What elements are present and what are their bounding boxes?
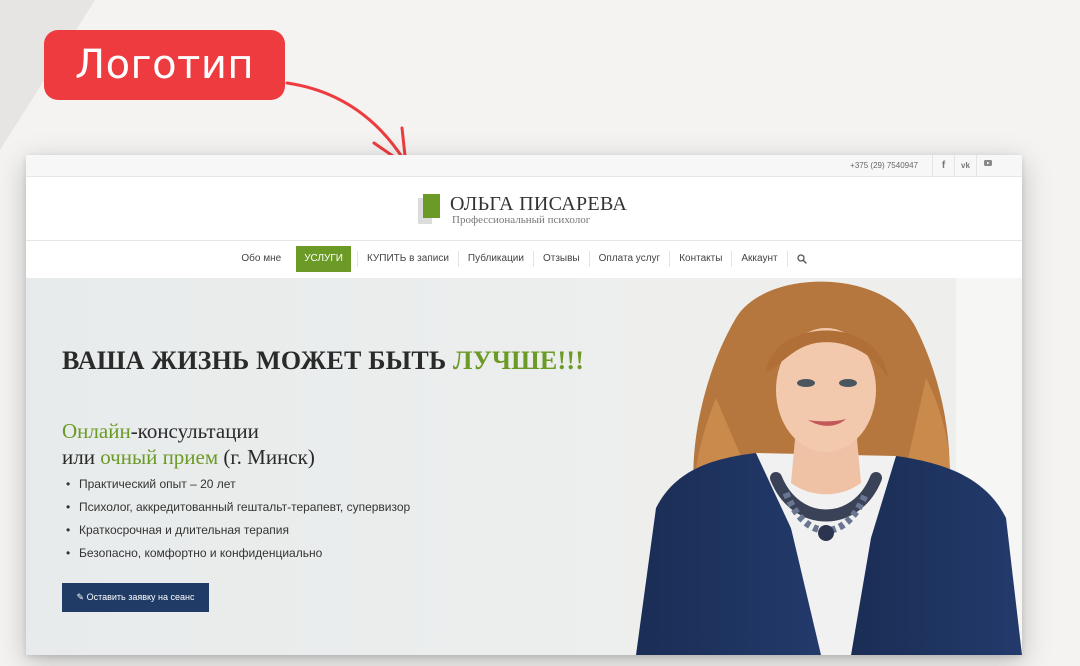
top-bar: +375 (29) 7540947 f vk xyxy=(26,155,1022,177)
pencil-icon: ✎ xyxy=(76,592,85,602)
subtitle-city: (г. Минск) xyxy=(223,445,315,469)
nav-item-contacts[interactable]: Контакты xyxy=(669,251,731,267)
logo-mark-front xyxy=(423,194,440,218)
bullet-item: Практический опыт – 20 лет xyxy=(66,476,410,499)
nav-item-payment[interactable]: Оплата услуг xyxy=(588,251,670,267)
bullet-item: Безопасно, комфортно и конфиденциально xyxy=(66,545,410,568)
hero-headline: ВАША ЖИЗНЬ МОЖЕТ БЫТЬ ЛУЧШЕ!!! xyxy=(62,346,584,376)
subtitle-inperson: очный прием xyxy=(100,445,219,469)
headline-main: ВАША ЖИЗНЬ МОЖЕТ БЫТЬ xyxy=(62,346,447,375)
nav-item-reviews[interactable]: Отзывы xyxy=(532,251,589,267)
search-glyph xyxy=(796,254,807,264)
vk-icon[interactable]: vk xyxy=(954,155,976,177)
book-session-label: Оставить заявку на сеанс xyxy=(86,592,195,602)
subtitle-line-1: Онлайн-консультации xyxy=(62,418,315,444)
phone-number: +375 (29) 7540947 xyxy=(850,161,918,170)
logo-tagline: Профессиональный психолог xyxy=(452,214,591,226)
website-screenshot: +375 (29) 7540947 f vk ОЛЬГА ПИСАРЕВА Пр… xyxy=(26,155,1022,655)
nav-item-account[interactable]: Аккаунт xyxy=(731,251,786,267)
portrait-photo xyxy=(626,278,1022,655)
hero-subtitle: Онлайн-консультации или очный прием (г. … xyxy=(62,418,315,470)
book-session-button[interactable]: ✎ Оставить заявку на сеанс xyxy=(62,583,209,612)
hero-banner: ВАША ЖИЗНЬ МОЖЕТ БЫТЬ ЛУЧШЕ!!! Онлайн-ко… xyxy=(26,278,1022,655)
annotation-label: Логотип xyxy=(44,30,285,100)
search-icon[interactable] xyxy=(786,251,816,267)
headline-accent: ЛУЧШЕ!!! xyxy=(453,346,585,375)
main-nav: Обо мне УСЛУГИ КУПИТЬ в записи Публикаци… xyxy=(26,241,1022,277)
hero-bullet-list: Практический опыт – 20 лет Психолог, акк… xyxy=(66,476,410,568)
facebook-icon[interactable]: f xyxy=(932,155,954,177)
nav-item-publications[interactable]: Публикации xyxy=(457,251,533,267)
youtube-icon[interactable] xyxy=(976,155,998,177)
bullet-item: Краткосрочная и длительная терапия xyxy=(66,522,410,545)
subtitle-line-2: или очный прием (г. Минск) xyxy=(62,444,315,470)
nav-item-services[interactable]: УСЛУГИ xyxy=(296,246,351,272)
header-logo-row: ОЛЬГА ПИСАРЕВА Профессиональный психолог xyxy=(26,177,1022,241)
logo-name[interactable]: ОЛЬГА ПИСАРЕВА xyxy=(450,193,627,216)
bullet-item: Психолог, аккредитованный гештальт-терап… xyxy=(66,499,410,522)
subtitle-or: или xyxy=(62,445,95,469)
subtitle-consult: -консультации xyxy=(130,419,259,443)
subtitle-online: Онлайн xyxy=(62,419,131,443)
nav-item-about[interactable]: Обо мне xyxy=(232,251,290,267)
nav-item-buy-recordings[interactable]: КУПИТЬ в записи xyxy=(356,251,458,267)
logo-mark-icon[interactable] xyxy=(418,194,440,224)
youtube-glyph xyxy=(983,159,992,166)
